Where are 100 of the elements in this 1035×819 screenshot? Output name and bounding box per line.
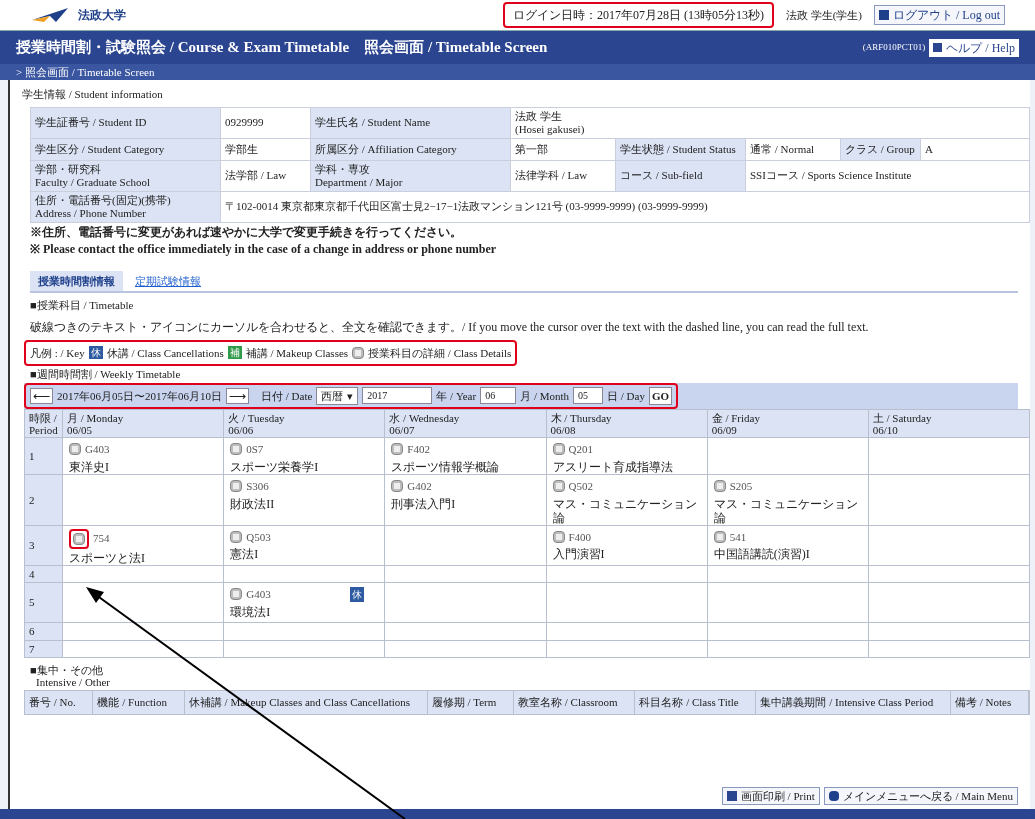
date-range: 2017年06月05日〜2017年06月10日 [57,388,222,404]
field-label: 所属区分 / Affiliation Category [311,138,511,161]
details-icon[interactable] [230,530,243,543]
makeup-badge: 補 [227,346,242,360]
class-title[interactable]: 刑事法入門I [391,496,456,511]
class-title[interactable]: スポーツと法I [69,550,146,565]
go-button[interactable]: GO [648,386,673,405]
room-text: Q201 [568,442,593,457]
room-text: Q503 [246,529,271,545]
column-header: 機能 / Function [93,691,185,714]
logout-button[interactable]: ログアウト / Log out [874,5,1005,25]
room-text: G403 [246,587,271,602]
room-text: 541 [729,529,747,545]
field-value: 法政 学生 (Hosei gakusei) [511,107,1030,139]
section-heading: 学生情報 / Student information [22,87,164,102]
details-icon[interactable] [713,530,726,543]
column-header: 月 / Monday 06/05 [62,409,224,438]
year-label: 年 / Year [436,388,477,404]
class-title[interactable]: スポーツ情報学概論 [391,459,500,474]
field-label: 住所・電話番号(固定)(携帯) Address / Phone Number [31,191,221,223]
notice-text: ※住所、電話番号に変更があれば速やかに大学で変更手続きを行ってください。 [30,224,463,240]
field-label: 学科・専攻 Department / Major [311,160,511,192]
class-title[interactable]: マス・コミュニケーション論 [713,496,862,525]
day-field[interactable]: 05 [573,387,604,405]
breadcrumb[interactable]: > 照会画面 / Timetable Screen [16,65,155,79]
details-icon[interactable] [391,480,404,493]
screen-code: (ARF010PCT01) [862,40,926,54]
field-value: 第一部 [511,138,616,161]
day-label: 日 / Day [607,388,645,404]
tab[interactable]: 授業時間割情報 [30,270,123,291]
field-value: A [921,138,1030,161]
main-menu-button[interactable]: メインメニューへ戻る / Main Menu [823,786,1018,805]
room-text: 0S7 [246,442,264,457]
field-label: コース / Sub-field [616,160,746,192]
column-header: 集中講義期間 / Intensive Class Period [756,691,952,714]
details-icon[interactable] [552,530,565,543]
cancel-badge: 休 [350,586,365,602]
column-header: 木 / Thursday 06/08 [546,409,708,438]
details-icon[interactable] [230,588,243,601]
class-title[interactable]: スポーツ栄養学I [230,459,319,474]
column-header: 備考 / Notes [951,691,1029,714]
field-label: 学生区分 / Student Category [31,138,221,161]
login-info: ログイン日時：2017年07月28日 (13時05分13秒) [502,2,774,28]
field-label: 学部・研究科 Faculty / Graduate School [31,160,221,192]
room-text: G402 [407,479,432,494]
class-title[interactable]: 財政法II [230,496,275,511]
column-header: 番号 / No. [25,691,94,714]
class-title[interactable]: 環境法I [230,604,271,619]
legend-label: 凡例 : / Key [30,345,85,361]
field-value: SSIコース / Sports Science Institute [746,160,1030,192]
period-number: 2 [24,474,63,525]
room-text: F400 [568,529,592,545]
details-icon[interactable] [713,480,726,493]
user-name: 法政 学生(学生) [784,7,863,23]
highlighted-details-icon[interactable] [69,528,90,549]
details-icon[interactable] [230,480,243,493]
details-icon[interactable] [230,443,243,456]
class-title[interactable]: 入門演習I [552,547,605,561]
room-text: S205 [729,479,753,494]
field-label: 学生状態 / Student Status [616,138,746,161]
legend-text: 授業科目の詳細 / Class Details [368,345,512,361]
room-text: S306 [246,479,269,494]
room-text: F402 [407,442,430,457]
period-number: 3 [24,525,63,565]
section-heading: ■集中・その他 [30,664,104,676]
month-field[interactable]: 06 [480,387,517,405]
field-value: 0929999 [221,107,311,139]
column-header: 時限 / Period [24,409,63,438]
class-title[interactable]: 東洋史I [69,459,110,474]
class-title[interactable]: 憲法I [230,547,259,561]
period-number: 5 [24,582,63,623]
cancel-badge: 休 [88,346,103,360]
hint-text: 破線つきのテキスト・アイコンにカーソルを合わせると、全文を確認できます。/ If you move the cursor over the text with the dashed line, you can read the full text. [30,318,870,336]
details-icon[interactable] [552,480,565,493]
details-icon[interactable] [552,443,565,456]
column-header: 土 / Saturday 06/10 [868,409,1030,438]
field-label: 学生証番号 / Student ID [31,107,221,139]
legend-text: 補講 / Makeup Classes [245,345,349,361]
field-value: 法律学科 / Law [511,160,616,192]
details-icon[interactable] [391,443,404,456]
column-header: 履修期 / Term [427,691,515,714]
month-label: 月 / Month [520,388,570,404]
details-icon[interactable] [352,346,365,359]
legend-text: 休講 / Class Cancellations [106,345,224,361]
era-select[interactable]: 西暦 ▾ [316,386,359,405]
column-header: 水 / Wednesday 06/07 [384,409,546,438]
class-title[interactable]: マス・コミュニケーション論 [552,496,701,525]
class-title[interactable]: 中国語講読(演習)I [713,547,810,561]
details-icon[interactable] [69,443,82,456]
field-value: 学部生 [221,138,311,161]
field-value: 〒102-0014 東京都東京都千代田区富士見2−17−1法政マンション121号 (03-9999-9999) (03-9999-9999) [221,191,1030,223]
room-text: Q502 [568,479,593,494]
section-subheading: Intensive / Other [36,676,111,688]
print-button[interactable]: 画面印刷 / Print [721,786,820,805]
room-text: 754 [93,531,110,547]
page-title: 授業時間割・試験照会 / Course & Exam Timetable 照会画面 / Timetable Screen [16,38,548,58]
year-field[interactable]: 2017 [362,387,433,405]
caret-icon: ▾ [347,387,354,404]
class-title[interactable]: アスリート育成指導法 [552,459,673,474]
help-button[interactable]: ヘルプ / Help [929,38,1019,57]
